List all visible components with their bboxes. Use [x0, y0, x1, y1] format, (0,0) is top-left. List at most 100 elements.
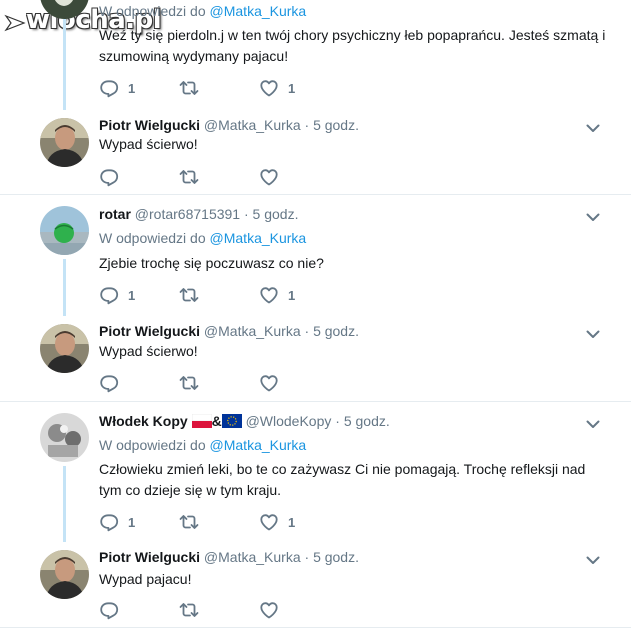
retweet-button[interactable] [178, 78, 200, 98]
reply-icon [100, 514, 119, 532]
like-icon [260, 80, 278, 97]
like-icon [260, 169, 278, 186]
thread-line [63, 466, 66, 542]
user-name[interactable]: Piotr Wielgucki [99, 117, 200, 133]
reply-to-handle-link[interactable]: @Matka_Kurka [210, 437, 307, 453]
caret-down-icon[interactable] [585, 209, 601, 225]
tweet-divider [0, 627, 631, 628]
retweet-button[interactable] [178, 167, 200, 187]
tweet-4[interactable]: Włodek Kopy & @WlodeKopy · 5 godz. W odp… [0, 402, 631, 542]
like-button[interactable]: 1 [259, 285, 295, 305]
like-count: 1 [288, 514, 296, 530]
like-button[interactable] [259, 373, 279, 393]
reply-icon [100, 375, 119, 393]
reply-icon [100, 169, 119, 187]
retweet-button[interactable] [178, 285, 200, 305]
reply-to-label: W odpowiedzi do [99, 230, 206, 246]
reply-icon [100, 287, 119, 305]
user-handle[interactable]: @WlodeKopy [246, 413, 332, 429]
like-icon [260, 287, 278, 304]
tweet-header: Piotr Wielgucki @Matka_Kurka · 5 godz. [99, 117, 359, 133]
like-icon [260, 602, 278, 619]
avatar[interactable] [40, 206, 89, 255]
tweet-text: Zjebie trochę się poczuwasz co nie? [99, 255, 324, 271]
user-name[interactable]: Włodek Kopy [99, 413, 188, 429]
caret-down-icon[interactable] [585, 416, 601, 432]
like-button[interactable]: 1 [259, 78, 295, 98]
reply-button[interactable]: 1 [99, 285, 135, 305]
timestamp[interactable]: 5 godz. [344, 413, 390, 429]
separator-dot: · [335, 413, 340, 429]
retweet-icon [179, 288, 199, 302]
like-count: 1 [288, 80, 296, 96]
timestamp[interactable]: 5 godz. [253, 206, 299, 222]
retweet-button[interactable] [178, 373, 200, 393]
thread-line [63, 19, 66, 110]
separator-dot: · [304, 549, 310, 565]
avatar[interactable] [40, 413, 89, 462]
reply-button[interactable] [99, 373, 119, 393]
retweet-icon [179, 376, 199, 390]
retweet-icon [179, 603, 199, 617]
separator-dot: · [243, 206, 249, 222]
tweet-header: Piotr Wielgucki @Matka_Kurka · 5 godz. [99, 549, 359, 565]
reply-to-label: W odpowiedzi do [99, 437, 206, 453]
retweet-icon [179, 81, 199, 95]
tweet-text: Człowieku zmień leki, bo te co zażywasz … [99, 461, 586, 498]
reply-to-line: W odpowiedzi do @Matka_Kurka [99, 437, 306, 453]
tweet-0[interactable]: W odpowiedzi do @Matka_Kurka Weź ty się … [0, 0, 631, 110]
timestamp[interactable]: 5 godz. [313, 549, 359, 565]
reply-icon [100, 602, 119, 620]
user-handle[interactable]: @rotar68715391 [135, 206, 240, 222]
reply-count: 1 [128, 287, 136, 303]
tweet-header: Piotr Wielgucki @Matka_Kurka · 5 godz. [99, 323, 359, 339]
tweet-text: Weź ty się pierdoln.j w ten twój chory p… [99, 27, 606, 64]
reply-button[interactable]: 1 [99, 78, 135, 98]
caret-down-icon[interactable] [585, 326, 601, 342]
retweet-button[interactable] [178, 600, 200, 620]
like-button[interactable] [259, 600, 279, 620]
tweet-1[interactable]: Piotr Wielgucki @Matka_Kurka · 5 godz. W… [0, 110, 631, 194]
user-name[interactable]: Piotr Wielgucki [99, 549, 200, 565]
tweet-text: Wypad pajacu! [99, 571, 192, 587]
timestamp[interactable]: 5 godz. [313, 117, 359, 133]
caret-down-icon[interactable] [585, 552, 601, 568]
like-button[interactable] [259, 167, 279, 187]
eu-flag-icon [221, 414, 242, 428]
like-button[interactable]: 1 [259, 512, 295, 532]
like-count: 1 [288, 287, 296, 303]
reply-to-line: W odpowiedzi do @Matka_Kurka [99, 3, 306, 19]
tweet-5[interactable]: Piotr Wielgucki @Matka_Kurka · 5 godz. W… [0, 542, 631, 626]
reply-button[interactable] [99, 600, 119, 620]
poland-flag-icon [191, 414, 212, 428]
reply-to-handle-link[interactable]: @Matka_Kurka [210, 230, 307, 246]
tweet-text: Wypad ścierwo! [99, 136, 198, 152]
thread-line [63, 259, 66, 316]
reply-icon [100, 80, 119, 98]
user-handle[interactable]: @Matka_Kurka [204, 323, 301, 339]
user-handle[interactable]: @Matka_Kurka [204, 549, 301, 565]
avatar[interactable] [40, 118, 89, 167]
separator-dot: · [304, 117, 310, 133]
tweet-header: rotar @rotar68715391 · 5 godz. [99, 206, 298, 222]
reply-to-label: W odpowiedzi do [99, 3, 206, 19]
reply-to-handle-link[interactable]: @Matka_Kurka [210, 3, 307, 19]
avatar[interactable] [40, 0, 89, 19]
tweet-3[interactable]: Piotr Wielgucki @Matka_Kurka · 5 godz. W… [0, 316, 631, 401]
avatar[interactable] [40, 550, 89, 599]
like-icon [260, 514, 278, 531]
reply-button[interactable] [99, 167, 119, 187]
avatar[interactable] [40, 324, 89, 373]
reply-button[interactable]: 1 [99, 512, 135, 532]
reply-count: 1 [128, 80, 136, 96]
tweet-header: Włodek Kopy & @WlodeKopy · 5 godz. [99, 413, 390, 429]
timestamp[interactable]: 5 godz. [313, 323, 359, 339]
reply-count: 1 [128, 514, 136, 530]
flag-separator: & [211, 413, 222, 429]
user-name[interactable]: Piotr Wielgucki [99, 323, 200, 339]
user-name[interactable]: rotar [99, 206, 131, 222]
like-icon [260, 375, 278, 392]
tweet-2[interactable]: rotar @rotar68715391 · 5 godz. W odpowie… [0, 195, 631, 316]
retweet-button[interactable] [178, 512, 200, 532]
user-handle[interactable]: @Matka_Kurka [204, 117, 301, 133]
